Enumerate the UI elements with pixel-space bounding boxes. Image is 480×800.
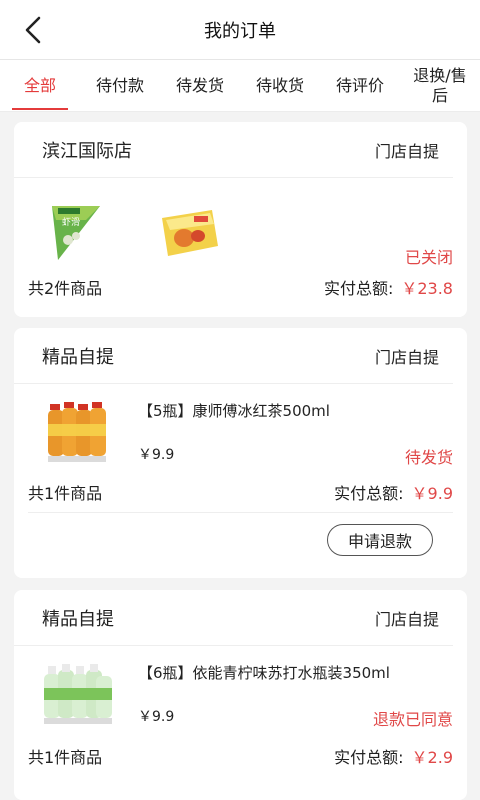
tab-pending-shipment[interactable]: 待发货 [160, 60, 240, 112]
tab-pending-payment[interactable]: 待付款 [80, 60, 160, 112]
svg-text:虾滑: 虾滑 [62, 216, 80, 228]
pickup-type: 门店自提 [374, 609, 439, 629]
request-refund-button[interactable]: 申请退款 [327, 524, 433, 556]
order-tabs: 全部 待付款 待发货 待收货 待评价 退换/售后 [0, 60, 480, 112]
total-label: 实付总额: [334, 748, 404, 767]
store-name: 精品自提 [42, 346, 114, 368]
unit-price: ￥9.9 [138, 447, 175, 463]
tab-pending-receipt[interactable]: 待收货 [240, 60, 320, 112]
pickup-type: 门店自提 [374, 141, 439, 161]
total-label: 实付总额: [334, 484, 404, 503]
order-list[interactable]: 滨江国际店 门店自提 虾滑 已关闭 共2件商品 实付总额: ￥23.8 精品自提… [0, 112, 480, 800]
product-name: 【6瓶】依能青柠味苏打水瓶装350ml [138, 664, 390, 682]
item-count: 共2件商品 [28, 279, 103, 298]
soda-water-bottles-image [42, 662, 112, 732]
tab-pending-review[interactable]: 待评价 [320, 60, 400, 112]
item-count: 共1件商品 [28, 748, 103, 767]
total-label: 实付总额: [323, 279, 394, 298]
order-status: 退款已同意 [372, 710, 453, 729]
order-status: 已关闭 [404, 248, 453, 267]
back-arrow-icon [25, 16, 41, 44]
store-name: 精品自提 [42, 608, 114, 630]
tab-after-sales[interactable]: 退换/售后 [400, 60, 480, 112]
tab-all[interactable]: 全部 [0, 60, 80, 112]
order-card[interactable]: 精品自提 门店自提 【6瓶】依能青柠味苏打水瓶装350ml ￥9.9 退款已同意… [14, 590, 467, 800]
order-card[interactable]: 滨江国际店 门店自提 虾滑 已关闭 共2件商品 实付总额: ￥23.8 [14, 122, 467, 317]
bagged-bread-image [154, 198, 224, 268]
top-bar: 我的订单 [0, 0, 480, 60]
page-title: 我的订单 [204, 20, 276, 42]
total-amount: ￥9.9 [411, 484, 453, 503]
triangle-snack-package-image: 虾滑 [42, 198, 112, 268]
pickup-type: 门店自提 [374, 347, 439, 367]
product-name: 【5瓶】康师傅冰红茶500ml [138, 402, 330, 420]
total-amount: ￥2.9 [411, 748, 453, 767]
back-button[interactable] [18, 14, 48, 46]
ice-tea-bottles-image [44, 400, 114, 470]
order-card[interactable]: 精品自提 门店自提 【5瓶】康师傅冰红茶500ml ￥9.9 待发货 共1件商品 [14, 328, 467, 578]
item-count: 共1件商品 [28, 484, 103, 503]
store-name: 滨江国际店 [42, 140, 132, 162]
divider [28, 512, 453, 513]
order-status: 待发货 [404, 448, 453, 467]
total-amount: ￥23.8 [401, 279, 453, 298]
unit-price: ￥9.9 [138, 709, 175, 725]
